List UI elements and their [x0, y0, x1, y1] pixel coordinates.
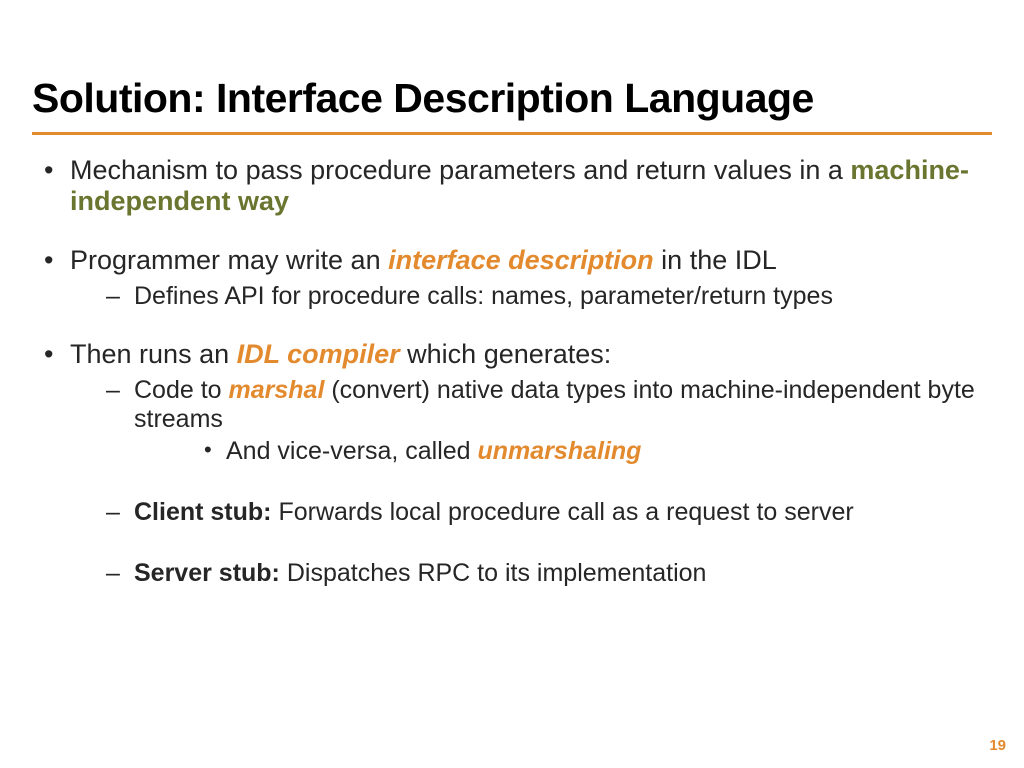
spacer — [70, 535, 992, 553]
slide: Solution: Interface Description Language… — [0, 0, 1024, 588]
spacer — [70, 474, 992, 492]
bullet-3-sub-3-label: Server stub: — [134, 559, 280, 587]
bullet-3-sub-3: Server stub: Dispatches RPC to its imple… — [100, 559, 992, 588]
bullet-2: Programmer may write an interface descri… — [40, 245, 992, 311]
bullet-3-highlight: IDL compiler — [237, 339, 400, 369]
slide-title: Solution: Interface Description Language — [32, 75, 992, 122]
bullet-3: Then runs an IDL compiler which generate… — [40, 339, 992, 588]
bullet-3-sub-1-text-a: Code to — [134, 376, 229, 404]
bullet-2-text-a: Programmer may write an — [70, 245, 388, 275]
bullet-3-text-c: which generates: — [400, 339, 612, 369]
bullet-3-sub-2-label: Client stub: — [134, 498, 272, 526]
bullet-3-sub-2: Client stub: Forwards local procedure ca… — [100, 498, 992, 527]
bullet-2-sublist: Defines API for procedure calls: names, … — [70, 282, 992, 311]
bullet-2-sub-1: Defines API for procedure calls: names, … — [100, 282, 992, 311]
bullet-3-sub-2-text: Forwards local procedure call as a reque… — [272, 498, 854, 526]
bullet-1-text-a: Mechanism to pass procedure parameters a… — [70, 155, 850, 185]
bullet-3-sub-1: Code to marshal (convert) native data ty… — [100, 376, 992, 466]
bullet-3-sub-1-sub-1-text-a: And vice-versa, called — [226, 437, 478, 465]
slide-content: Mechanism to pass procedure parameters a… — [32, 155, 992, 588]
bullet-3-sub-1-sublist: And vice-versa, called unmarshaling — [134, 437, 992, 466]
bullet-3-sub-3-text: Dispatches RPC to its implementation — [280, 559, 707, 587]
bullet-2-highlight: interface description — [388, 245, 654, 275]
bullet-2-text-c: in the IDL — [654, 245, 777, 275]
bullet-3-sub-1-sub-1: And vice-versa, called unmarshaling — [198, 437, 992, 466]
page-number: 19 — [989, 737, 1006, 754]
bullet-3-sub-1-sub-1-highlight: unmarshaling — [478, 437, 642, 465]
bullet-1: Mechanism to pass procedure parameters a… — [40, 155, 992, 217]
bullet-3-sublist: Code to marshal (convert) native data ty… — [70, 376, 992, 588]
title-divider — [32, 132, 992, 135]
bullet-3-text-a: Then runs an — [70, 339, 237, 369]
bullet-list: Mechanism to pass procedure parameters a… — [40, 155, 992, 588]
bullet-3-sub-1-highlight: marshal — [229, 376, 325, 404]
